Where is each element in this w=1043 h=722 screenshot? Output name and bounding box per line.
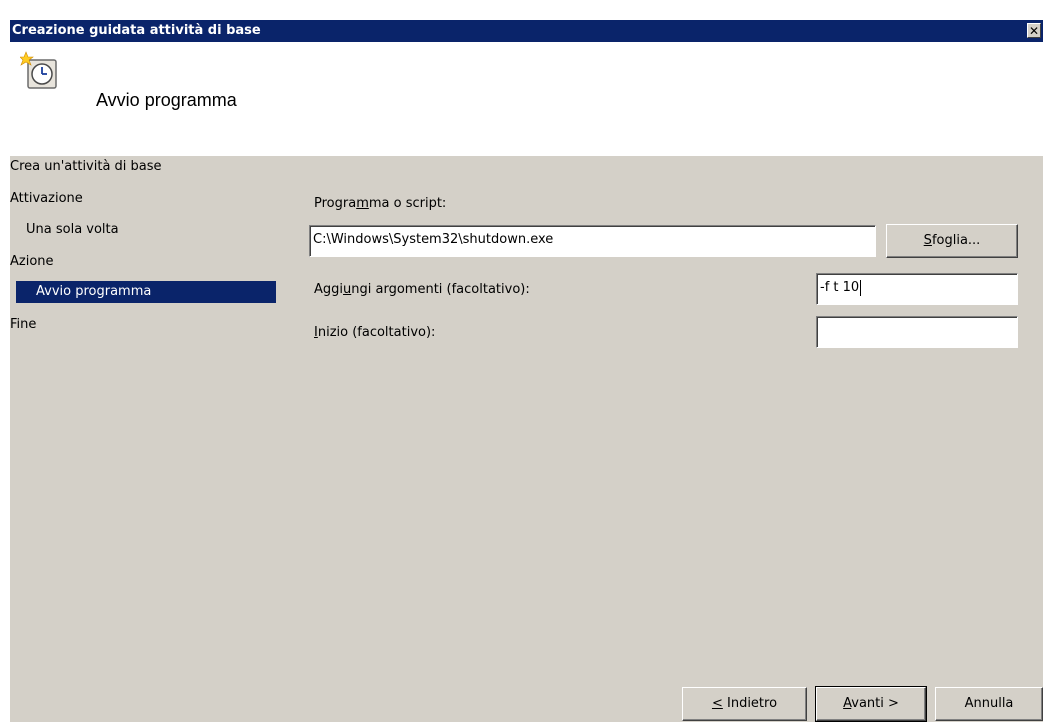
nav-step-create-task: Crea un'attività di base [10,159,162,174]
wizard-header: Avvio programma [10,42,1043,156]
browse-button[interactable]: Sfoglia... [886,224,1018,258]
wizard-window: Creazione guidata attività di base ✕ Avv… [10,20,1043,722]
nav-step-trigger: Attivazione [10,191,83,206]
nav-step-action: Azione [10,254,54,269]
arguments-input[interactable]: -f t 10 [816,273,1018,305]
program-input[interactable]: C:\Windows\System32\shutdown.exe [309,225,876,257]
title-bar: Creazione guidata attività di base ✕ [10,20,1043,42]
start-in-label: Inizio (facoltativo): [314,325,436,340]
scheduled-task-clock-icon [20,51,57,89]
close-button[interactable]: ✕ [1027,23,1041,38]
close-icon: ✕ [1028,24,1040,38]
nav-step-finish: Fine [10,317,37,332]
nav-step-once: Una sola volta [26,222,119,237]
next-button[interactable]: Avanti > [815,686,927,722]
window-title: Creazione guidata attività di base [12,23,261,38]
cancel-button[interactable]: Annulla [935,687,1043,721]
start-in-input[interactable] [816,316,1018,348]
program-label: Programma o script: [314,196,447,211]
page-title: Avvio programma [96,90,237,110]
arguments-label: Aggiungi argomenti (facoltativo): [314,282,530,297]
back-button[interactable]: < Indietro [682,687,807,721]
nav-step-start-program: Avvio programma [16,281,276,303]
text-cursor [860,279,862,296]
